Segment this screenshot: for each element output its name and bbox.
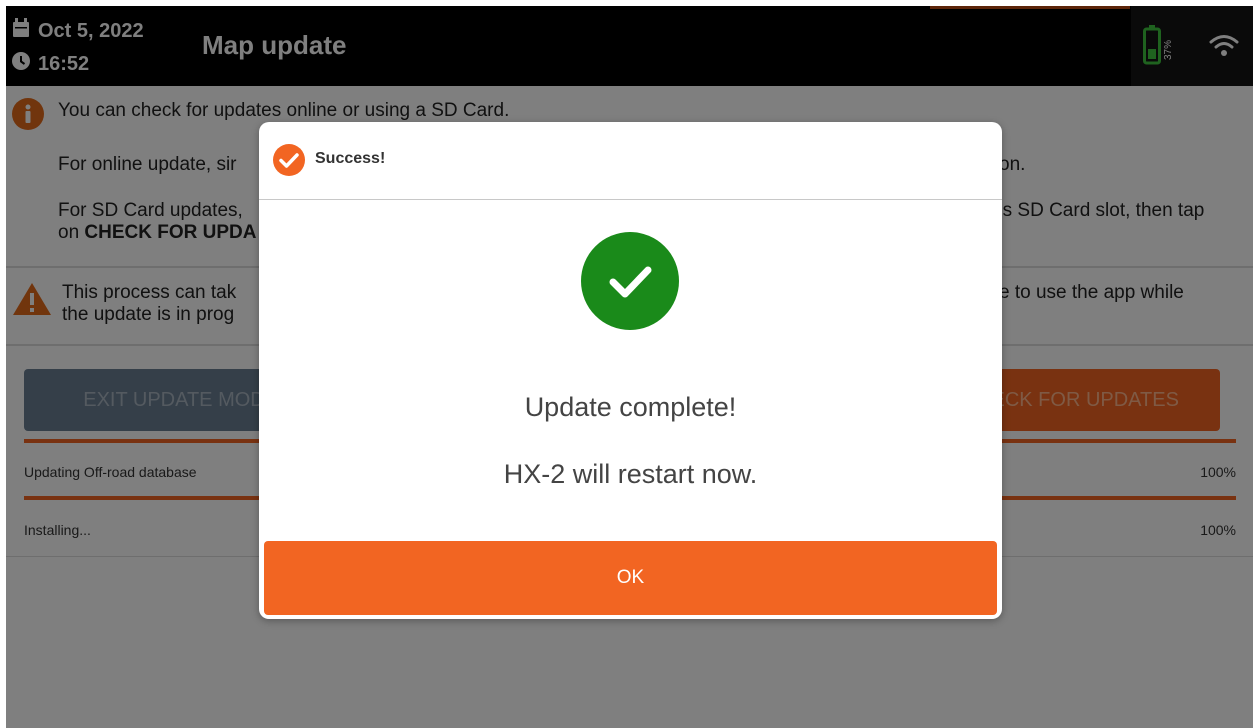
dialog-header: Success!	[259, 122, 1002, 200]
dialog-message: Update complete!	[524, 392, 737, 422]
success-dialog: Success! Update complete! HX-2 will rest…	[259, 122, 1002, 619]
dialog-title: Success!	[315, 150, 386, 167]
check-circle-icon	[272, 143, 306, 182]
screen: Oct 5, 2022 16:52 Map update 37%	[6, 6, 1253, 728]
ok-button[interactable]: OK	[264, 541, 997, 615]
success-check-icon	[581, 232, 679, 335]
dialog-submessage: HX-2 will restart now.	[503, 459, 758, 489]
